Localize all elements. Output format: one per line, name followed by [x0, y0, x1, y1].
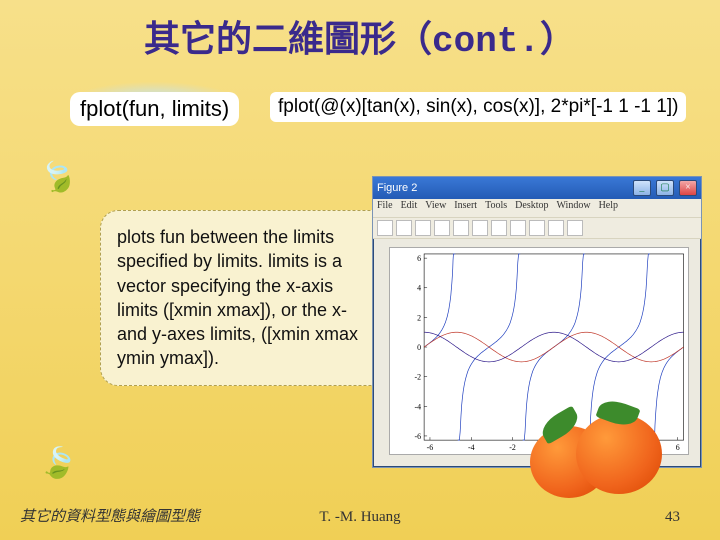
svg-text:6: 6	[417, 254, 421, 263]
close-button[interactable]: ×	[679, 180, 697, 196]
tool-icon[interactable]	[510, 220, 526, 236]
footer-center: T. -M. Huang	[0, 509, 720, 526]
tool-icon[interactable]	[396, 220, 412, 236]
menu-item[interactable]: Tools	[485, 200, 507, 216]
tool-icon[interactable]	[529, 220, 545, 236]
svg-text:-6: -6	[427, 443, 434, 452]
menu-item[interactable]: Edit	[401, 200, 418, 216]
persimmon-decoration	[530, 404, 660, 504]
tool-icon[interactable]	[415, 220, 431, 236]
menu-bar[interactable]: File Edit View Insert Tools Desktop Window Help	[373, 199, 701, 217]
maximize-button[interactable]: ▢	[656, 180, 674, 196]
svg-text:2: 2	[417, 313, 421, 322]
minimize-button[interactable]: _	[633, 180, 651, 196]
menu-item[interactable]: File	[377, 200, 393, 216]
leaf-icon: 🍃	[37, 443, 80, 484]
fplot-signature: fplot(fun, limits)	[70, 92, 239, 126]
tool-icon[interactable]	[377, 220, 393, 236]
title-mono: cont.	[432, 21, 540, 62]
menu-item[interactable]: Desktop	[515, 200, 548, 216]
menu-item[interactable]: Help	[599, 200, 618, 216]
title-zh: 其它的二維圖形（	[144, 19, 432, 59]
tool-icon[interactable]	[434, 220, 450, 236]
svg-text:-4: -4	[468, 443, 475, 452]
figure-title: Figure 2	[377, 182, 417, 194]
svg-text:6: 6	[676, 443, 680, 452]
fplot-example: fplot(@(x)[tan(x), sin(x), cos(x)], 2*pi…	[270, 92, 686, 122]
svg-text:-2: -2	[509, 443, 516, 452]
description-box: plots fun between the limits specified b…	[100, 210, 394, 386]
tool-icon[interactable]	[453, 220, 469, 236]
tool-icon[interactable]	[567, 220, 583, 236]
leaf-icon: 🍃	[35, 155, 82, 201]
svg-text:0: 0	[417, 343, 421, 352]
menu-item[interactable]: Insert	[454, 200, 477, 216]
tool-icon[interactable]	[472, 220, 488, 236]
svg-text:4: 4	[417, 284, 421, 293]
page-title: 其它的二維圖形（cont.）	[0, 10, 720, 62]
menu-item[interactable]: View	[425, 200, 446, 216]
svg-text:-6: -6	[415, 432, 422, 441]
svg-text:-2: -2	[415, 373, 422, 382]
footer-right: 43	[665, 509, 680, 526]
toolbar[interactable]	[373, 217, 701, 239]
svg-text:-4: -4	[415, 402, 422, 411]
tool-icon[interactable]	[491, 220, 507, 236]
menu-item[interactable]: Window	[557, 200, 591, 216]
tool-icon[interactable]	[548, 220, 564, 236]
title-close: ）	[540, 19, 576, 59]
window-buttons: _ ▢ ×	[631, 180, 697, 196]
slide: 其它的二維圖形（cont.） fplot(fun, limits) fplot(…	[0, 0, 720, 540]
titlebar: Figure 2 _ ▢ ×	[373, 177, 701, 199]
